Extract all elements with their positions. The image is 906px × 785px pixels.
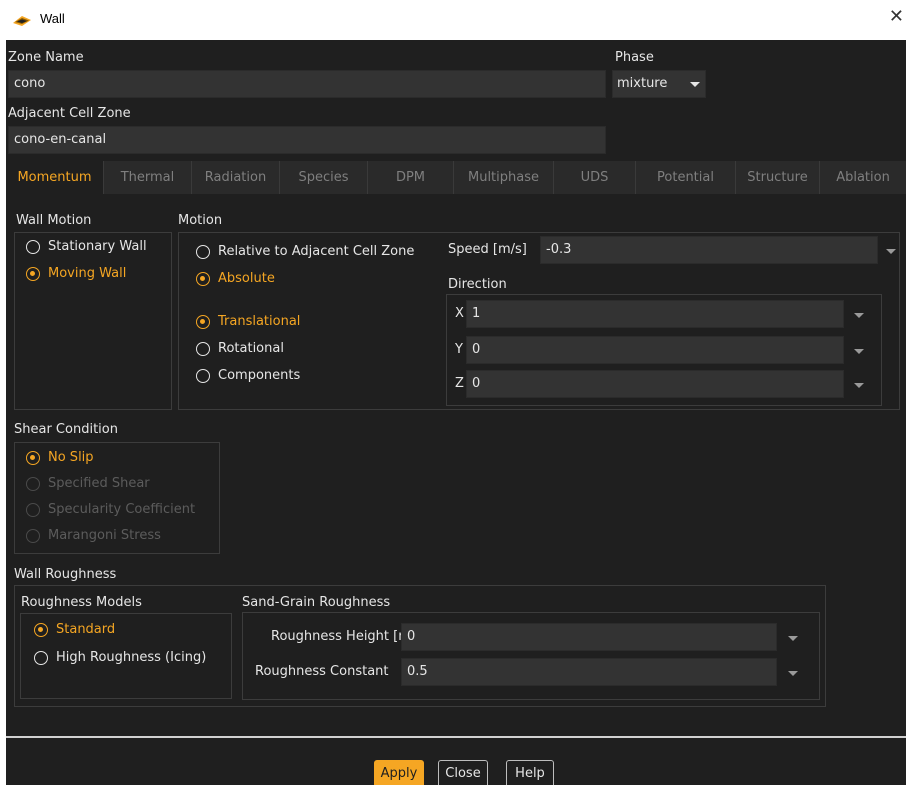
direction-x-axis: X xyxy=(455,306,464,321)
radio-marangoni-stress: Marangoni Stress xyxy=(26,528,161,543)
radio-icon xyxy=(196,244,210,259)
window-close-icon[interactable]: ✕ xyxy=(889,6,904,27)
adjacent-zone-label: Adjacent Cell Zone xyxy=(8,106,131,121)
radio-relative-to-adjacent[interactable]: Relative to Adjacent Cell Zone xyxy=(196,244,414,259)
radio-selected-icon xyxy=(196,314,210,329)
radio-specularity-coefficient: Specularity Coefficient xyxy=(26,502,195,517)
roughness-height-dropdown-icon[interactable] xyxy=(788,636,798,641)
radio-high-roughness[interactable]: High Roughness (Icing) xyxy=(34,650,206,665)
tab-uds[interactable]: UDS xyxy=(554,161,636,194)
radio-label: Translational xyxy=(218,314,301,329)
radio-selected-icon xyxy=(26,450,40,465)
direction-x-field[interactable]: 1 xyxy=(466,300,844,328)
footer-separator xyxy=(6,736,906,738)
close-button[interactable]: Close xyxy=(438,760,488,785)
wall-roughness-title: Wall Roughness xyxy=(14,567,117,582)
phase-value: mixture xyxy=(617,76,668,91)
tab-species[interactable]: Species xyxy=(280,161,368,194)
radio-icon xyxy=(26,502,40,517)
radio-translational[interactable]: Translational xyxy=(196,314,300,329)
radio-selected-icon xyxy=(26,266,40,281)
direction-z-axis: Z xyxy=(455,376,464,391)
speed-field[interactable]: -0.3 xyxy=(540,236,878,264)
roughness-height-label: Roughness Height [m] xyxy=(271,629,416,644)
roughness-models-title: Roughness Models xyxy=(21,595,142,610)
radio-stationary-wall[interactable]: Stationary Wall xyxy=(26,239,147,254)
adjacent-zone-field[interactable]: cono-en-canal xyxy=(8,126,606,154)
phase-label: Phase xyxy=(615,50,654,65)
sand-grain-title: Sand-Grain Roughness xyxy=(242,595,391,610)
radio-label: Marangoni Stress xyxy=(48,528,161,543)
radio-label: Specified Shear xyxy=(48,476,150,491)
radio-label: High Roughness (Icing) xyxy=(56,650,207,665)
radio-label: Absolute xyxy=(218,271,275,286)
shear-condition-title: Shear Condition xyxy=(14,422,118,437)
apply-button[interactable]: Apply xyxy=(374,760,424,785)
wall-motion-group xyxy=(14,232,172,410)
speed-dropdown-icon[interactable] xyxy=(886,249,896,254)
window-title: Wall xyxy=(40,11,65,26)
tab-structure[interactable]: Structure xyxy=(736,161,820,194)
radio-absolute[interactable]: Absolute xyxy=(196,271,275,286)
tab-radiation[interactable]: Radiation xyxy=(192,161,280,194)
direction-z-field[interactable]: 0 xyxy=(466,370,844,398)
radio-no-slip[interactable]: No Slip xyxy=(26,450,94,465)
direction-y-axis: Y xyxy=(455,342,463,357)
tab-multiphase[interactable]: Multiphase xyxy=(454,161,554,194)
radio-selected-icon xyxy=(34,622,48,637)
radio-specified-shear: Specified Shear xyxy=(26,476,150,491)
window-titlebar: Wall ✕ xyxy=(0,0,906,40)
roughness-height-field[interactable]: 0 xyxy=(401,623,777,651)
radio-icon xyxy=(34,650,48,665)
radio-icon xyxy=(196,341,210,356)
radio-label: Stationary Wall xyxy=(48,239,147,254)
chevron-down-icon xyxy=(690,82,700,87)
tab-dpm[interactable]: DPM xyxy=(368,161,454,194)
radio-icon xyxy=(26,476,40,491)
zone-name-label: Zone Name xyxy=(8,50,84,65)
phase-dropdown[interactable]: mixture xyxy=(612,70,706,98)
tab-potential[interactable]: Potential xyxy=(636,161,736,194)
radio-icon xyxy=(26,528,40,543)
roughness-constant-dropdown-icon[interactable] xyxy=(788,671,798,676)
radio-label: Relative to Adjacent Cell Zone xyxy=(218,244,415,259)
tab-ablation[interactable]: Ablation xyxy=(820,161,906,194)
direction-y-field[interactable]: 0 xyxy=(466,336,844,364)
direction-y-dropdown-icon[interactable] xyxy=(854,349,864,354)
radio-icon xyxy=(196,368,210,383)
radio-components[interactable]: Components xyxy=(196,368,300,383)
roughness-constant-label: Roughness Constant xyxy=(255,664,389,679)
zone-name-field[interactable]: cono xyxy=(8,70,606,98)
radio-label: Components xyxy=(218,368,301,383)
radio-label: Standard xyxy=(56,622,116,637)
radio-rotational[interactable]: Rotational xyxy=(196,341,284,356)
radio-moving-wall[interactable]: Moving Wall xyxy=(26,266,126,281)
radio-standard[interactable]: Standard xyxy=(34,622,115,637)
direction-x-dropdown-icon[interactable] xyxy=(854,313,864,318)
direction-z-dropdown-icon[interactable] xyxy=(854,383,864,388)
radio-label: No Slip xyxy=(48,450,94,465)
tab-bar: Momentum Thermal Radiation Species DPM M… xyxy=(6,161,906,194)
wall-motion-title: Wall Motion xyxy=(16,213,92,228)
radio-selected-icon xyxy=(196,271,210,286)
wall-dialog: Zone Name cono Phase mixture Adjacent Ce… xyxy=(6,40,906,785)
ansys-logo-icon xyxy=(12,12,32,28)
tab-momentum[interactable]: Momentum xyxy=(6,161,104,194)
roughness-constant-field[interactable]: 0.5 xyxy=(401,658,777,686)
radio-label: Rotational xyxy=(218,341,284,356)
radio-label: Specularity Coefficient xyxy=(48,502,196,517)
radio-label: Moving Wall xyxy=(48,266,127,281)
radio-icon xyxy=(26,239,40,254)
direction-label: Direction xyxy=(448,277,507,292)
help-button[interactable]: Help xyxy=(506,760,554,785)
tab-thermal[interactable]: Thermal xyxy=(104,161,192,194)
speed-label: Speed [m/s] xyxy=(448,242,527,257)
motion-title: Motion xyxy=(178,213,223,228)
